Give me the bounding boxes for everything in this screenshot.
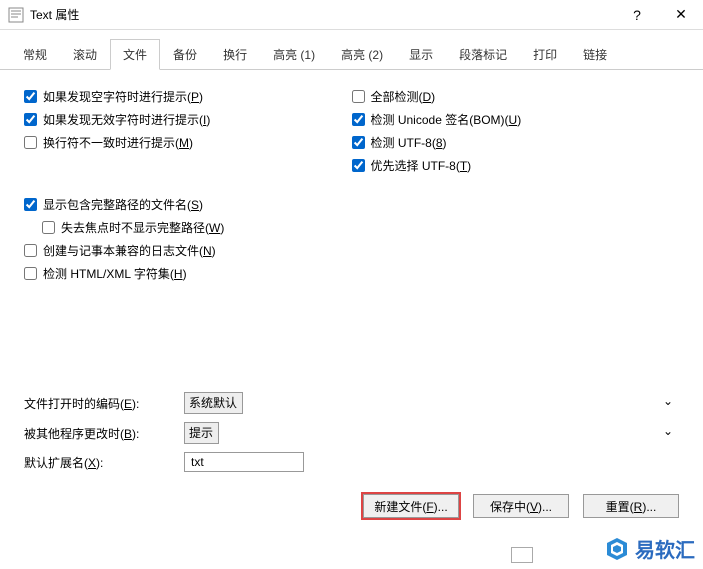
checkbox-input[interactable]	[352, 159, 365, 172]
encoding-label: 文件打开时的编码(E):	[24, 395, 174, 412]
watermark: 易软汇	[605, 534, 695, 563]
checkbox-option[interactable]: 如果发现空字符时进行提示(P)	[24, 88, 352, 105]
titlebar: Text 属性 ? ✕	[0, 0, 703, 30]
checkbox-option[interactable]: 换行符不一致时进行提示(M)	[24, 134, 352, 151]
checkbox-input[interactable]	[352, 136, 365, 149]
checkbox-label: 全部检测(D)	[371, 88, 436, 105]
resize-grip[interactable]	[511, 547, 533, 563]
checkbox-option[interactable]: 失去焦点时不显示完整路径(W)	[42, 219, 679, 236]
checkbox-option[interactable]: 创建与记事本兼容的日志文件(N)	[24, 242, 679, 259]
checkbox-option[interactable]: 全部检测(D)	[352, 88, 680, 105]
tab-10[interactable]: 链接	[570, 39, 620, 70]
checkbox-input[interactable]	[24, 267, 37, 280]
tab-8[interactable]: 段落标记	[446, 39, 520, 70]
ext-input[interactable]	[184, 452, 304, 472]
tab-7[interactable]: 显示	[396, 39, 446, 70]
checkbox-input[interactable]	[24, 244, 37, 257]
checkbox-label: 检测 UTF-8(8)	[371, 134, 447, 151]
ext-label: 默认扩展名(X):	[24, 454, 174, 471]
checkbox-option[interactable]: 显示包含完整路径的文件名(S)	[24, 196, 679, 213]
tab-9[interactable]: 打印	[520, 39, 570, 70]
checkbox-label: 检测 HTML/XML 字符集(H)	[43, 265, 187, 282]
reset-button[interactable]: 重置(R)...	[583, 494, 679, 518]
checkbox-input[interactable]	[352, 113, 365, 126]
form-rows: 文件打开时的编码(E): 系统默认 被其他程序更改时(B): 提示 默认扩展名(…	[24, 392, 679, 472]
checkbox-input[interactable]	[352, 90, 365, 103]
button-row: 新建文件(F)... 保存中(V)... 重置(R)...	[0, 480, 703, 518]
checkbox-label: 优先选择 UTF-8(T)	[371, 157, 472, 174]
tab-3[interactable]: 备份	[160, 39, 210, 70]
tab-bar: 常规滚动文件备份换行高亮 (1)高亮 (2)显示段落标记打印链接	[0, 30, 703, 70]
tab-1[interactable]: 滚动	[60, 39, 110, 70]
tab-5[interactable]: 高亮 (1)	[260, 39, 328, 70]
right-column: 全部检测(D) 检测 Unicode 签名(BOM)(U) 检测 UTF-8(8) 优…	[352, 88, 680, 174]
tab-content: 如果发现空字符时进行提示(P) 如果发现无效字符时进行提示(I) 换行符不一致时进行…	[0, 70, 703, 480]
window-title: Text 属性	[30, 6, 615, 23]
saving-button[interactable]: 保存中(V)...	[473, 494, 569, 518]
close-button[interactable]: ✕	[659, 0, 703, 30]
checkbox-option[interactable]: 检测 UTF-8(8)	[352, 134, 680, 151]
checkbox-input[interactable]	[24, 90, 37, 103]
left-column-2: 显示包含完整路径的文件名(S) 失去焦点时不显示完整路径(W) 创建与记事本兼容的日…	[24, 196, 679, 282]
checkbox-option[interactable]: 如果发现无效字符时进行提示(I)	[24, 111, 352, 128]
checkbox-input[interactable]	[42, 221, 55, 234]
changed-select[interactable]: 提示	[184, 422, 219, 444]
checkbox-option[interactable]: 优先选择 UTF-8(T)	[352, 157, 680, 174]
checkbox-label: 失去焦点时不显示完整路径(W)	[61, 219, 224, 236]
tab-2[interactable]: 文件	[110, 39, 160, 70]
checkbox-option[interactable]: 检测 Unicode 签名(BOM)(U)	[352, 111, 680, 128]
tab-0[interactable]: 常规	[10, 39, 60, 70]
left-column: 如果发现空字符时进行提示(P) 如果发现无效字符时进行提示(I) 换行符不一致时进行…	[24, 88, 352, 174]
help-button[interactable]: ?	[615, 0, 659, 30]
app-icon	[8, 7, 24, 23]
checkbox-input[interactable]	[24, 198, 37, 211]
checkbox-label: 如果发现无效字符时进行提示(I)	[43, 111, 210, 128]
checkbox-label: 如果发现空字符时进行提示(P)	[43, 88, 203, 105]
encoding-select[interactable]: 系统默认	[184, 392, 243, 414]
checkbox-label: 显示包含完整路径的文件名(S)	[43, 196, 203, 213]
checkbox-label: 创建与记事本兼容的日志文件(N)	[43, 242, 216, 259]
tab-6[interactable]: 高亮 (2)	[328, 39, 396, 70]
new-file-button[interactable]: 新建文件(F)...	[363, 494, 459, 518]
checkbox-label: 检测 Unicode 签名(BOM)(U)	[371, 111, 522, 128]
checkbox-option[interactable]: 检测 HTML/XML 字符集(H)	[24, 265, 679, 282]
checkbox-input[interactable]	[24, 136, 37, 149]
changed-label: 被其他程序更改时(B):	[24, 425, 174, 442]
checkbox-label: 换行符不一致时进行提示(M)	[43, 134, 193, 151]
checkbox-input[interactable]	[24, 113, 37, 126]
tab-4[interactable]: 换行	[210, 39, 260, 70]
